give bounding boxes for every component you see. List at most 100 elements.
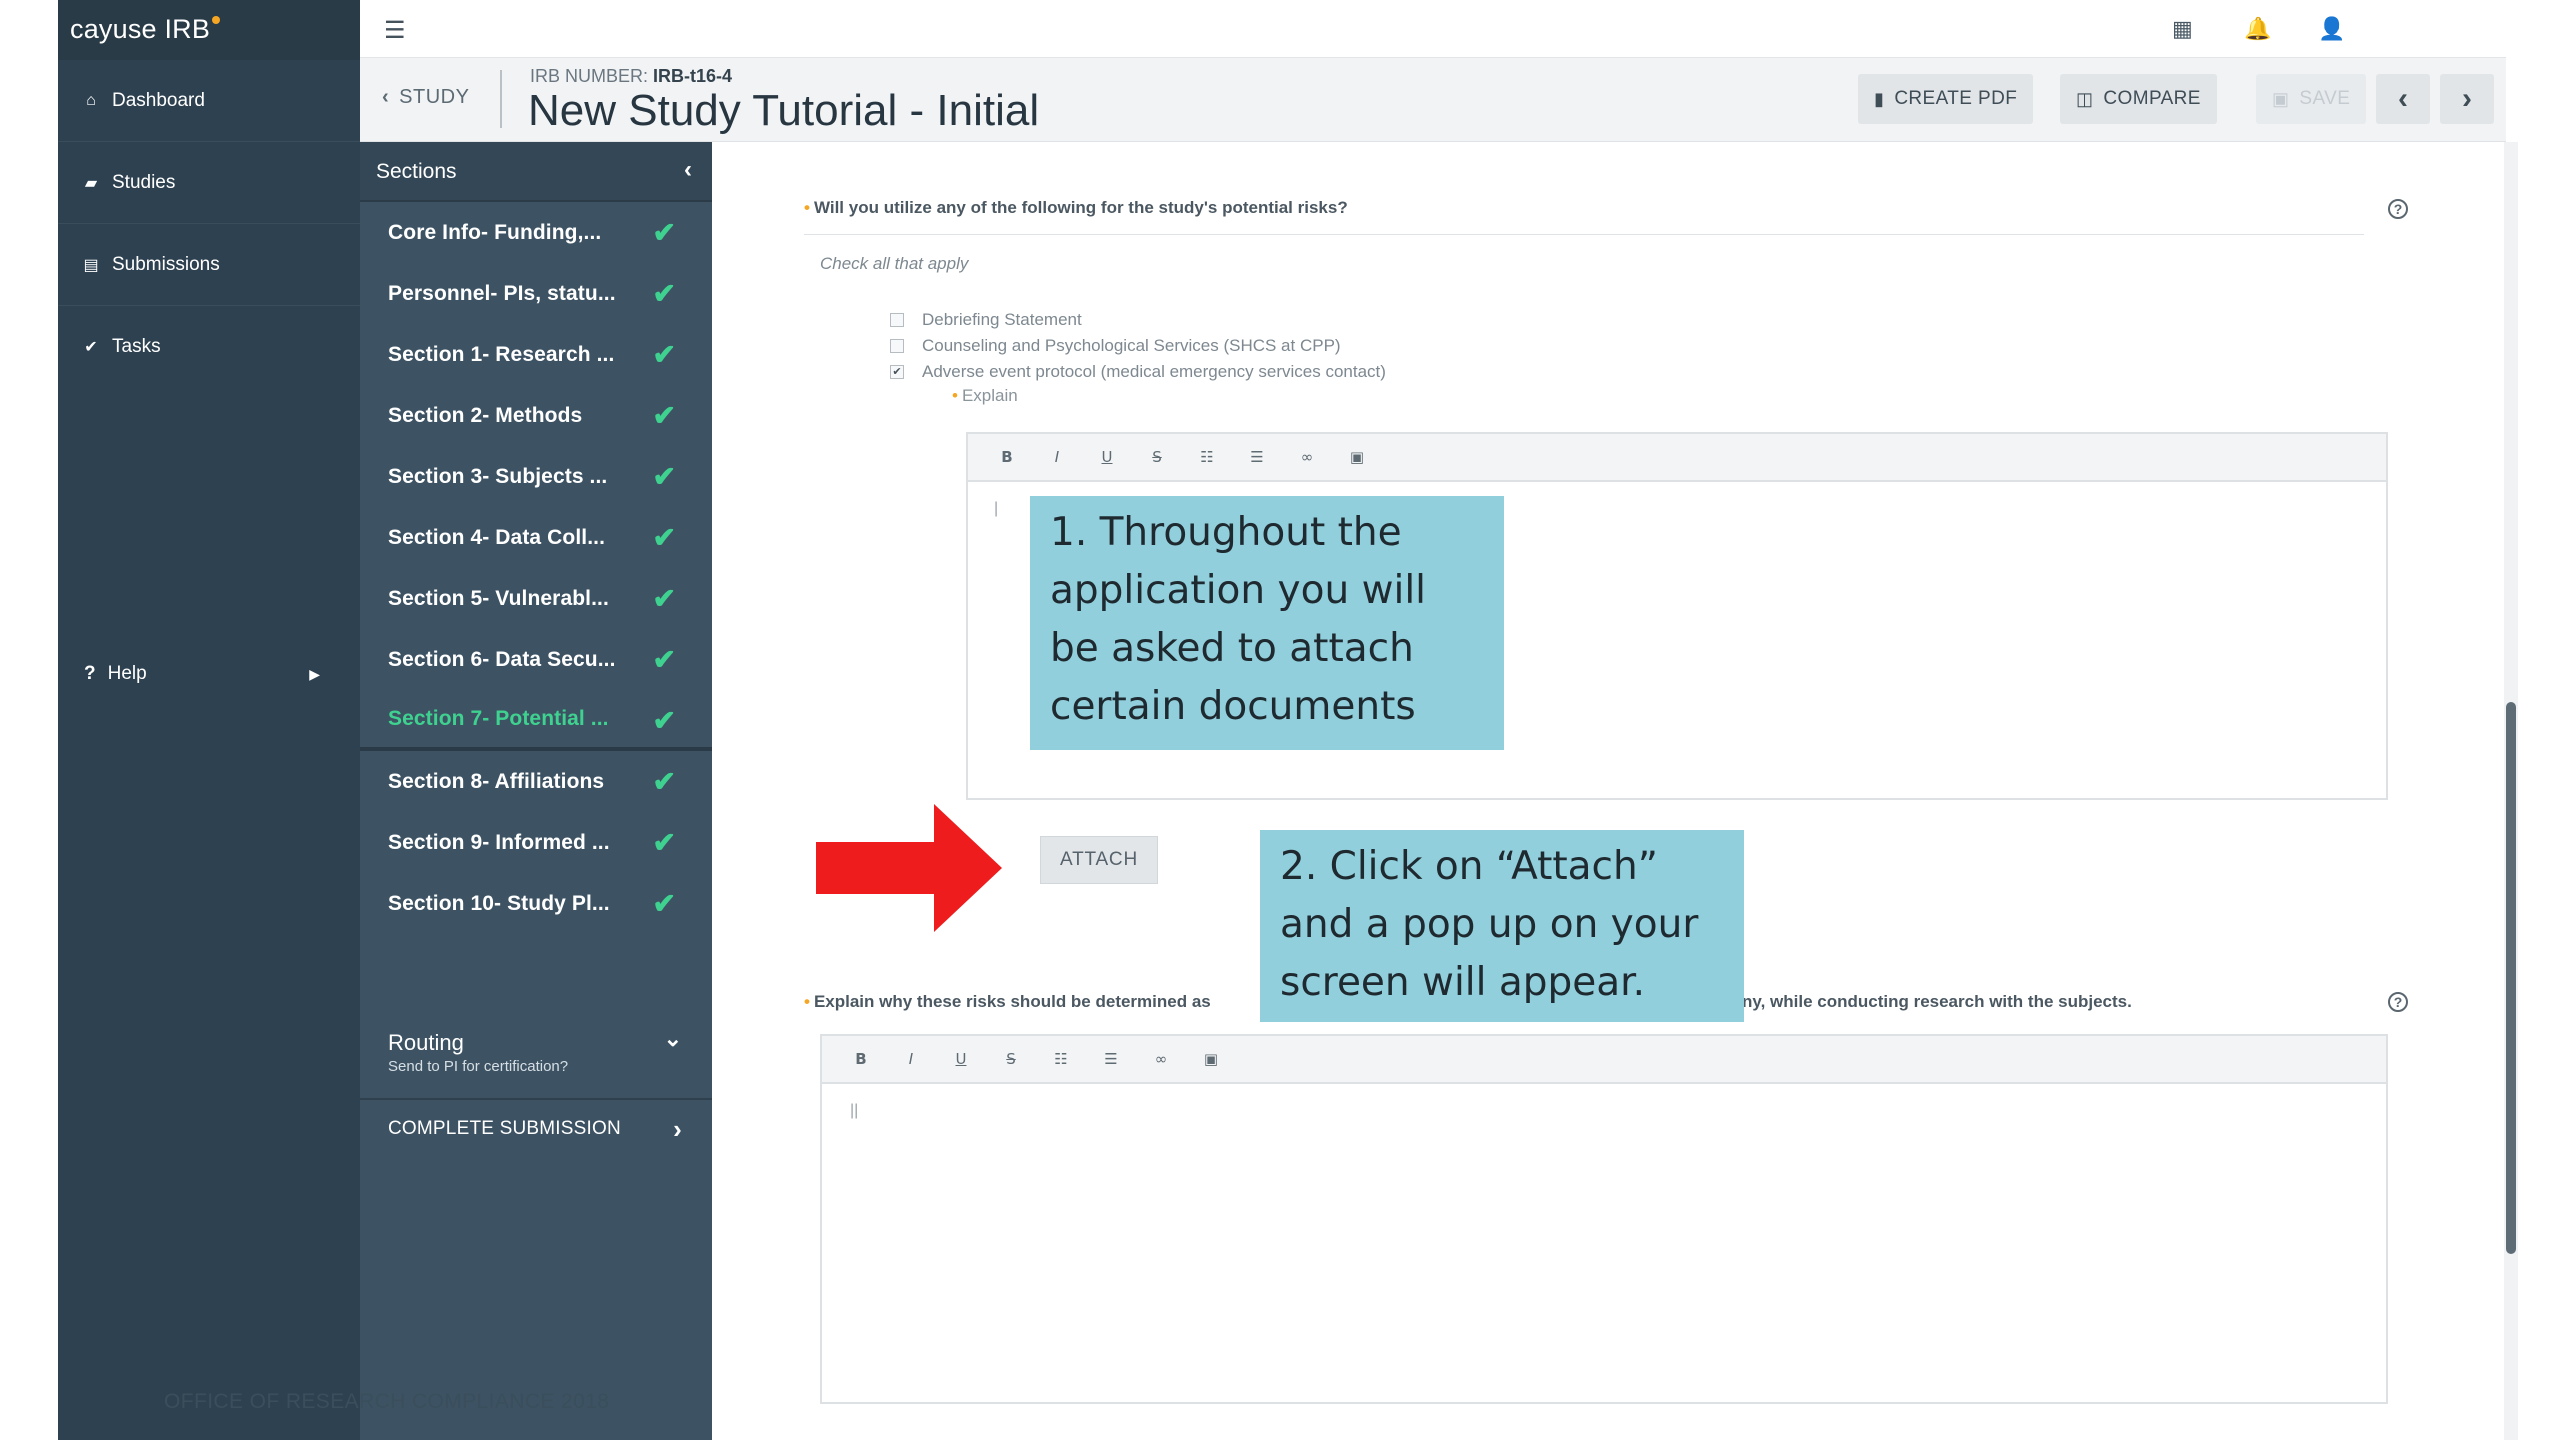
italic-icon[interactable]: I [1032, 448, 1082, 466]
compare-icon: ◫ [2076, 88, 2094, 109]
sections-title: Sections [376, 160, 457, 183]
chevron-right-icon: › [2462, 82, 2472, 115]
strikethrough-icon[interactable]: S [986, 1050, 1036, 1068]
apps-grid-icon[interactable]: ▦ [2172, 16, 2193, 42]
required-marker: • [804, 198, 810, 217]
section-label: Core Info- Funding,... [388, 220, 602, 244]
user-icon[interactable]: 👤 [2318, 16, 2345, 42]
check-icon: ✔ [84, 339, 98, 356]
routing-subtitle: Send to PI for certification? [388, 1058, 569, 1075]
link-icon[interactable]: ∞ [1136, 1050, 1186, 1068]
callout-click-attach: 2. Click on “Attach” and a pop up on you… [1260, 830, 1744, 1022]
section-item-3[interactable]: Section 3- Subjects ... ✔ [360, 446, 712, 507]
required-marker: • [804, 992, 810, 1011]
option-adverse-event[interactable]: ✔ Adverse event protocol (medical emergen… [890, 362, 1386, 382]
section-item-personnel[interactable]: Personnel- PIs, statu... ✔ [360, 263, 712, 324]
scrollbar-thumb[interactable] [2506, 702, 2516, 1254]
section-item-8[interactable]: Section 8- Affiliations ✔ [360, 751, 712, 812]
risk-explanation-editor[interactable]: B I U S ☷ ☰ ∞ ▣ || [820, 1034, 2388, 1404]
section-item-6[interactable]: Section 6- Data Secu... ✔ [360, 629, 712, 690]
section-item-1[interactable]: Section 1- Research ... ✔ [360, 324, 712, 385]
italic-icon[interactable]: I [886, 1050, 936, 1068]
section-item-10[interactable]: Section 10- Study Pl... ✔ [360, 873, 712, 934]
checkmark-icon: ✔ [652, 278, 676, 309]
bell-icon[interactable]: 🔔 [2244, 16, 2271, 42]
help-circle-icon[interactable]: ? [2388, 199, 2408, 219]
nav-item-dashboard[interactable]: ⌂ Dashboard [58, 60, 360, 142]
section-item-9[interactable]: Section 9- Informed ... ✔ [360, 812, 712, 873]
back-to-study-link[interactable]: ‹ STUDY [382, 86, 469, 109]
section-label: Section 10- Study Pl... [388, 891, 610, 915]
create-pdf-button[interactable]: ▮ CREATE PDF [1858, 74, 2034, 124]
checkmark-icon: ✔ [652, 461, 676, 492]
checkmark-icon: ✔ [652, 522, 676, 553]
text-cursor: || [850, 1102, 859, 1119]
checkbox[interactable] [890, 339, 904, 353]
section-item-4[interactable]: Section 4- Data Coll... ✔ [360, 507, 712, 568]
question-icon: ? [84, 663, 96, 684]
bulleted-list-icon[interactable]: ☰ [1232, 448, 1282, 466]
home-icon: ⌂ [86, 91, 96, 109]
next-button[interactable]: › [2440, 74, 2494, 124]
red-arrow-icon [816, 804, 1002, 932]
option-counseling[interactable]: Counseling and Psychological Services (S… [890, 336, 1341, 356]
section-item-5[interactable]: Section 5- Vulnerabl... ✔ [360, 568, 712, 629]
section-item-7-active[interactable]: Section 7- Potential ... ✔ [360, 690, 712, 751]
complete-submission-button[interactable]: COMPLETE SUBMISSION › [360, 1098, 712, 1158]
divider [804, 234, 2364, 235]
pdf-file-icon: ▮ [1874, 88, 1885, 109]
compare-label: COMPARE [2103, 88, 2201, 109]
complete-submission-label: COMPLETE SUBMISSION [388, 1118, 621, 1139]
nav-item-studies[interactable]: ▰ Studies [58, 142, 360, 224]
bold-icon[interactable]: B [982, 448, 1032, 466]
checkmark-icon: ✔ [652, 766, 676, 797]
nav-item-submissions[interactable]: ▤ Submissions [58, 224, 360, 306]
help-label: Help [107, 663, 147, 684]
link-icon[interactable]: ∞ [1282, 448, 1332, 466]
image-icon[interactable]: ▣ [1186, 1050, 1236, 1068]
nav-item-help[interactable]: ? Help ▶ [58, 640, 360, 708]
ordered-list-icon[interactable]: ☷ [1182, 448, 1232, 466]
checkbox[interactable] [890, 313, 904, 327]
chevron-left-icon: ‹ [382, 86, 390, 108]
nav-item-tasks[interactable]: ✔ Tasks [58, 306, 360, 388]
hamburger-menu-icon[interactable]: ☰ [384, 16, 406, 45]
irb-value: IRB-t16-4 [653, 66, 733, 86]
option-label: Debriefing Statement [922, 310, 1082, 329]
checkbox-checked[interactable]: ✔ [890, 365, 904, 379]
section-item-2[interactable]: Section 2- Methods ✔ [360, 385, 712, 446]
routing-toggle[interactable]: Routing Send to PI for certification? ⌄ [360, 1018, 712, 1098]
section-label: Section 3- Subjects ... [388, 464, 608, 488]
previous-button[interactable]: ‹ [2376, 74, 2430, 124]
section-label: Section 5- Vulnerabl... [388, 586, 609, 610]
divider [500, 70, 502, 128]
back-label: STUDY [399, 86, 470, 108]
compare-button[interactable]: ◫ COMPARE [2060, 74, 2217, 124]
image-icon[interactable]: ▣ [1332, 448, 1382, 466]
bulleted-list-icon[interactable]: ☰ [1086, 1050, 1136, 1068]
save-button[interactable]: ▣ SAVE [2256, 74, 2367, 124]
callout-attach-documents: 1. Throughout the application you will b… [1030, 496, 1504, 750]
section-item-core-info[interactable]: Core Info- Funding,... ✔ [360, 202, 712, 263]
option-debriefing[interactable]: Debriefing Statement [890, 310, 1082, 330]
help-circle-icon[interactable]: ? [2388, 992, 2408, 1012]
question-risk-determination: • Explain why these risks should be deter… [804, 992, 1211, 1012]
attach-button[interactable]: ATTACH [1040, 836, 1158, 884]
underline-icon[interactable]: U [936, 1050, 986, 1068]
checkmark-icon: ✔ [652, 644, 676, 675]
collapse-chevron-icon[interactable]: ‹ [684, 156, 692, 184]
ordered-list-icon[interactable]: ☷ [1036, 1050, 1086, 1068]
underline-icon[interactable]: U [1082, 448, 1132, 466]
section-label: Section 1- Research ... [388, 342, 615, 366]
check-all-hint: Check all that apply [820, 254, 969, 273]
required-marker: • [952, 386, 958, 405]
nav-label: Tasks [112, 336, 161, 357]
section-label: Section 7- Potential ... [388, 706, 609, 730]
irb-label: IRB NUMBER: [530, 66, 649, 86]
chevron-down-icon: ⌄ [663, 1026, 682, 1051]
sections-panel: Sections ‹ Core Info- Funding,... ✔ Person… [360, 142, 712, 1440]
strikethrough-icon[interactable]: S [1132, 448, 1182, 466]
bold-icon[interactable]: B [836, 1050, 886, 1068]
checkmark-icon: ✔ [652, 705, 676, 736]
brand-logo[interactable]: cayuse IRB [58, 0, 360, 60]
